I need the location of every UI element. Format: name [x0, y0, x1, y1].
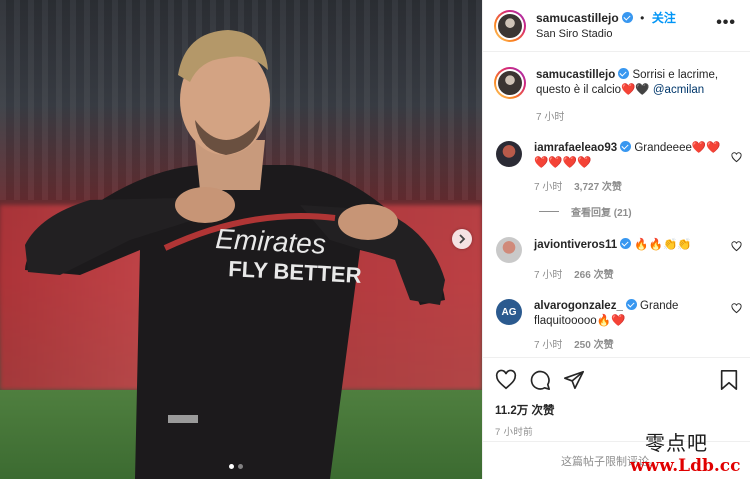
comment-likes[interactable]: 250 次赞: [574, 340, 613, 351]
follow-button[interactable]: 关注: [652, 11, 676, 25]
verified-badge-icon: [625, 299, 637, 310]
commenter-avatar[interactable]: [496, 141, 522, 167]
comment-username[interactable]: javiontiveros11: [534, 239, 617, 251]
separator-dot: •: [640, 10, 645, 25]
post-sidebar: samucastillejo • 关注 San Siro Stadio ••• …: [482, 0, 750, 479]
commenter-avatar[interactable]: [496, 237, 522, 263]
verified-badge-icon: [620, 238, 632, 249]
post-location[interactable]: San Siro Stadio: [536, 26, 676, 42]
comment-like-heart-icon[interactable]: [731, 241, 742, 252]
chevron-right-icon: [459, 234, 466, 244]
verified-badge-icon: [621, 11, 633, 23]
comment-list[interactable]: samucastillejo Sorrisi e lacrime, questo…: [483, 53, 750, 356]
svg-text:Emirates: Emirates: [215, 223, 327, 260]
player-figure: Emirates FLY BETTER: [25, 30, 445, 479]
next-photo-button[interactable]: [452, 229, 472, 249]
comment-likes[interactable]: 266 次赞: [574, 270, 613, 281]
watermark-url: www.Ldb.cc: [630, 456, 741, 476]
commenter-avatar[interactable]: AG: [496, 299, 522, 325]
comment-username[interactable]: alvarogonzalez_: [534, 300, 623, 312]
comment-like-heart-icon[interactable]: [731, 303, 742, 314]
bookmark-icon[interactable]: [719, 369, 739, 391]
comment-time[interactable]: 7 小时: [534, 340, 562, 351]
comment-username[interactable]: iamrafaeleao93: [534, 142, 617, 154]
comment-icon[interactable]: [529, 369, 551, 391]
comment-time[interactable]: 7 小时: [534, 182, 562, 193]
comment-item: AG alvarogonzalez_ Grande flaquitooooo🔥❤…: [483, 299, 750, 351]
post-header: samucastillejo • 关注 San Siro Stadio •••: [483, 0, 750, 52]
comment-item: iamrafaeleao93 Grandeeee❤️❤️❤️❤️❤️❤️ 7 小…: [483, 141, 750, 193]
comment-like-heart-icon[interactable]: [731, 152, 742, 163]
caption-mention[interactable]: @acmilan: [653, 84, 704, 96]
more-options-icon[interactable]: •••: [716, 14, 736, 32]
caption: samucastillejo Sorrisi e lacrime, questo…: [483, 67, 750, 123]
watermark-text: 零点吧: [645, 431, 708, 455]
view-replies-button[interactable]: 查看回复 (21): [539, 204, 750, 219]
verified-badge-icon: [618, 68, 630, 79]
carousel-indicator: [229, 464, 243, 469]
caption-username[interactable]: samucastillejo: [536, 69, 615, 81]
verified-badge-icon: [620, 141, 632, 152]
carousel-dot: [238, 464, 243, 469]
author-avatar[interactable]: [494, 9, 526, 42]
comment-likes[interactable]: 3,727 次赞: [574, 182, 622, 193]
post-photo[interactable]: Emirates FLY BETTER: [0, 0, 482, 479]
share-icon[interactable]: [563, 369, 585, 391]
carousel-dot-active: [229, 464, 234, 469]
like-count[interactable]: 11.2万 次赞: [495, 402, 739, 418]
comment-text: 🔥🔥👏👏: [634, 239, 692, 251]
comment-time[interactable]: 7 小时: [534, 270, 562, 281]
caption-time[interactable]: 7 小时: [536, 112, 564, 123]
like-heart-icon[interactable]: [495, 369, 517, 391]
post-actions: 11.2万 次赞 7 小时前: [483, 357, 750, 438]
comment-item: javiontiveros11 🔥🔥👏👏 7 小时 266 次赞 回复: [483, 237, 750, 281]
caption-avatar[interactable]: [494, 67, 526, 99]
author-username[interactable]: samucastillejo: [536, 11, 619, 25]
